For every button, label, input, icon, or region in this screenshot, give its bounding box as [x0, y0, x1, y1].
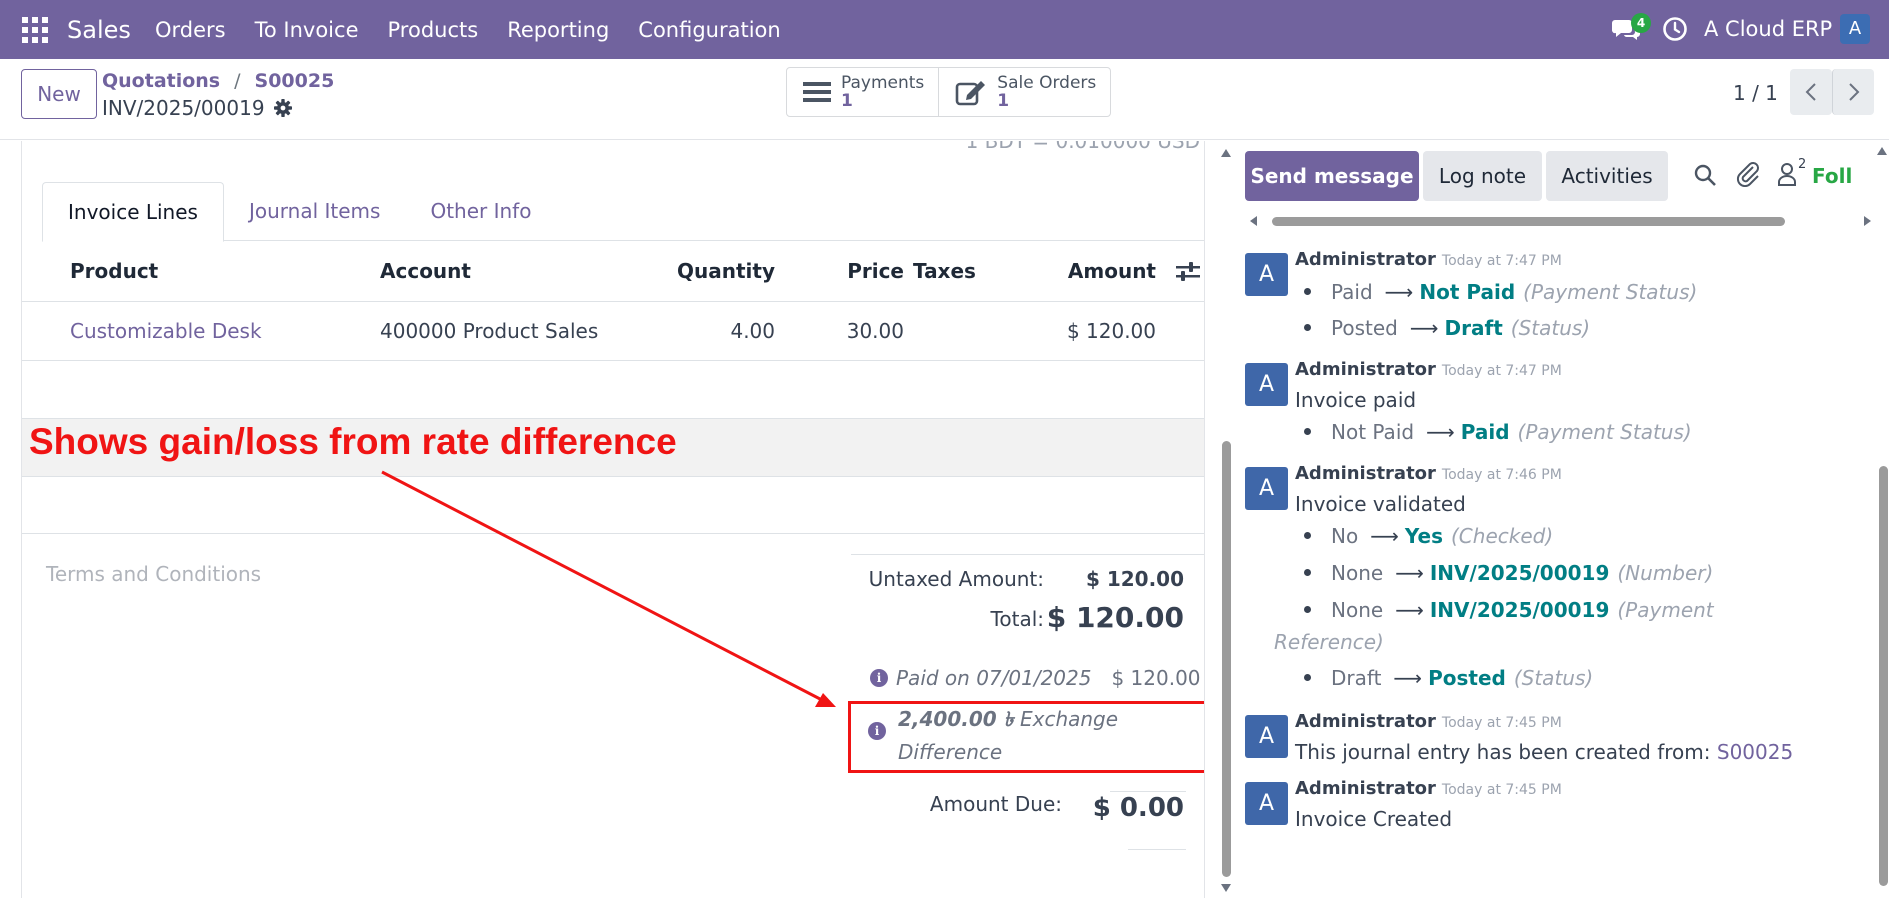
- tracking-old: Not Paid: [1331, 420, 1415, 444]
- arrow-right-icon: ⟶: [1426, 420, 1455, 444]
- tracking-new: INV/2025/00019: [1429, 598, 1610, 622]
- scroll-thumb[interactable]: [1222, 441, 1231, 877]
- page-scrollbar[interactable]: [1874, 141, 1889, 898]
- tracking-field: (Number): [1617, 561, 1714, 585]
- scroll-thumb[interactable]: [1879, 466, 1888, 886]
- tracking-value: None ⟶ INV/2025/00019 (Payment: [1304, 598, 1714, 622]
- tracking-new: INV/2025/00019: [1429, 561, 1610, 585]
- arrow-right-icon: ⟶: [1370, 524, 1399, 548]
- tracking-value: No ⟶ Yes (Checked): [1304, 524, 1553, 548]
- avatar[interactable]: A: [1245, 363, 1288, 406]
- message-date: Today at 7:45 PM: [1441, 715, 1562, 731]
- tracking-value: Draft ⟶ Posted (Status): [1304, 666, 1593, 690]
- message-header: Administrator Today at 7:45 PM: [1295, 778, 1562, 799]
- arrow-right-icon: ⟶: [1409, 316, 1439, 340]
- tracking-value: Posted ⟶ Draft (Status): [1304, 316, 1590, 340]
- message-body: Invoice Created: [1295, 807, 1453, 831]
- source-order-link[interactable]: S00025: [1717, 740, 1793, 764]
- avatar[interactable]: A: [1245, 467, 1288, 510]
- message-author[interactable]: Administrator: [1295, 359, 1436, 380]
- message-author[interactable]: Administrator: [1295, 249, 1436, 270]
- arrow-right-icon: ⟶: [1384, 280, 1414, 304]
- tracking-new: Yes: [1404, 524, 1443, 548]
- message-text: This journal entry has been created from…: [1295, 740, 1711, 764]
- tracking-old: None: [1331, 598, 1384, 622]
- arrow-right-icon: ⟶: [1395, 598, 1424, 622]
- message-author[interactable]: Administrator: [1295, 463, 1436, 484]
- message-author[interactable]: Administrator: [1295, 711, 1436, 732]
- tracking-old: Paid: [1331, 280, 1373, 304]
- message-date: Today at 7:45 PM: [1441, 782, 1562, 798]
- tracking-old: Posted: [1331, 316, 1398, 340]
- tracking-new: Draft: [1444, 316, 1503, 340]
- tracking-field: (Payment: [1617, 598, 1714, 622]
- message-author[interactable]: Administrator: [1295, 778, 1436, 799]
- follow-button[interactable]: Foll: [1812, 164, 1852, 188]
- message-header: Administrator Today at 7:47 PM: [1295, 249, 1562, 270]
- message-body: Invoice validated: [1295, 492, 1466, 516]
- message-body: Invoice paid: [1295, 388, 1417, 412]
- arrow-right-icon: ⟶: [1395, 561, 1424, 585]
- message-body: This journal entry has been created from…: [1295, 740, 1793, 764]
- send-message-button[interactable]: Send message: [1245, 151, 1419, 201]
- tracking-new: Posted: [1428, 666, 1506, 690]
- tracking-field: (Payment Status): [1523, 280, 1698, 304]
- tracking-old: No: [1331, 524, 1359, 548]
- tracking-field: (Status): [1510, 316, 1591, 340]
- horizontal-scrollbar[interactable]: [1245, 213, 1877, 229]
- tracking-value: Paid ⟶ Not Paid (Payment Status): [1304, 280, 1697, 304]
- followers-icon[interactable]: [1777, 162, 1797, 186]
- tracking-field: (Payment Status): [1517, 420, 1692, 444]
- tracking-value: None ⟶ INV/2025/00019 (Number): [1304, 561, 1713, 585]
- tracking-field: (Status): [1513, 666, 1594, 690]
- message-header: Administrator Today at 7:47 PM: [1295, 359, 1562, 380]
- scroll-thumb[interactable]: [1272, 217, 1785, 226]
- message-date: Today at 7:47 PM: [1441, 253, 1562, 269]
- tracking-old: None: [1331, 561, 1384, 585]
- arrow-right-icon: ⟶: [1393, 666, 1423, 690]
- message-header: Administrator Today at 7:46 PM: [1295, 463, 1562, 484]
- activities-button[interactable]: Activities: [1546, 151, 1668, 201]
- paperclip-icon[interactable]: [1735, 161, 1761, 187]
- avatar[interactable]: A: [1245, 782, 1288, 825]
- tracking-old: Draft: [1331, 666, 1382, 690]
- tracking-new: Not Paid: [1419, 280, 1516, 304]
- message-header: Administrator Today at 7:45 PM: [1295, 711, 1562, 732]
- log-note-button[interactable]: Log note: [1423, 151, 1542, 201]
- message-date: Today at 7:46 PM: [1441, 467, 1562, 483]
- tracking-new: Paid: [1460, 420, 1510, 444]
- search-icon[interactable]: [1693, 163, 1717, 187]
- tracking-field: (Checked): [1451, 524, 1554, 548]
- chatter-panel: Send message Log note Activities 2 Foll …: [1205, 141, 1889, 898]
- avatar[interactable]: A: [1245, 715, 1288, 758]
- followers-count: 2: [1798, 157, 1807, 172]
- message-date: Today at 7:47 PM: [1441, 363, 1562, 379]
- tracking-field-continued: Reference): [1274, 630, 1384, 654]
- avatar[interactable]: A: [1245, 253, 1288, 296]
- tracking-value: Not Paid ⟶ Paid (Payment Status): [1304, 420, 1692, 444]
